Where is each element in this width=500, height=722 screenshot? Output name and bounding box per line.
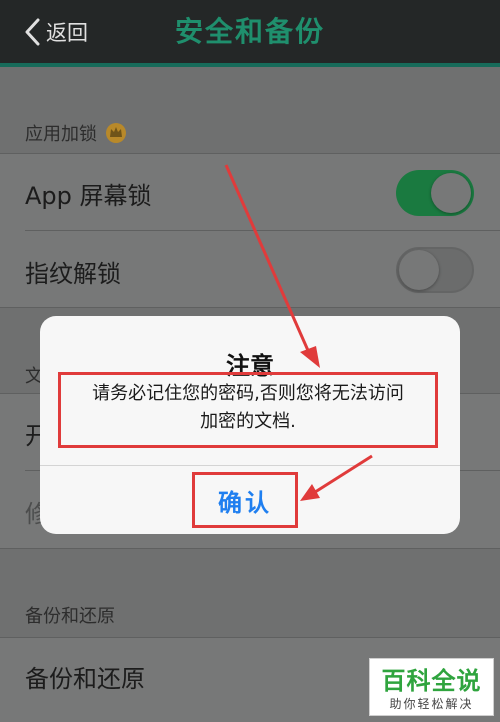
watermark-title: 百科全说 bbox=[381, 667, 482, 695]
annotation-arrow-to-confirm bbox=[311, 454, 373, 496]
watermark-logo: 百科全说 助你轻松解决 bbox=[369, 658, 494, 716]
annotation-arrow-to-message bbox=[224, 164, 312, 356]
watermark-subtitle: 助你轻松解决 bbox=[389, 697, 474, 711]
arrowhead-icon bbox=[300, 346, 320, 368]
annotation-arrows bbox=[224, 164, 373, 501]
